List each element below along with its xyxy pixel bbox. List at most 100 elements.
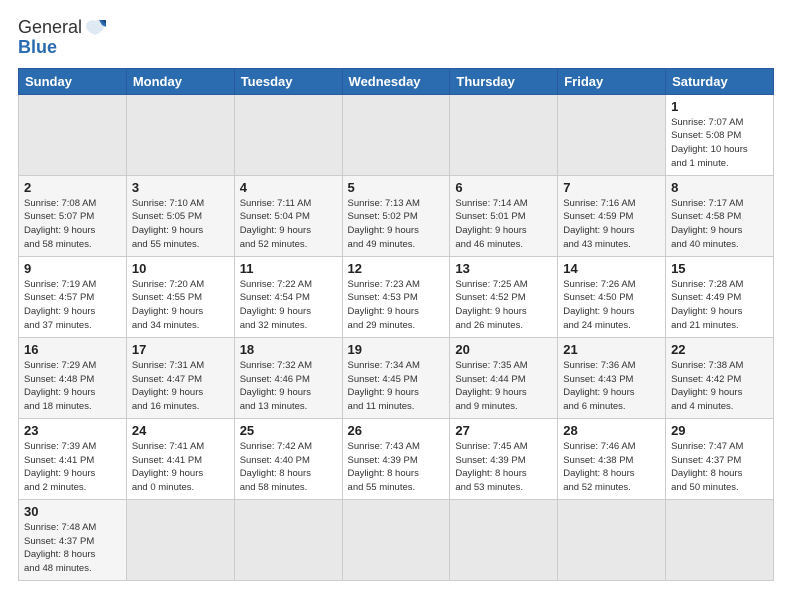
calendar-cell bbox=[558, 94, 666, 175]
day-number: 14 bbox=[563, 261, 660, 276]
calendar-cell bbox=[19, 94, 127, 175]
day-number: 9 bbox=[24, 261, 121, 276]
day-info: Sunrise: 7:46 AM Sunset: 4:38 PM Dayligh… bbox=[563, 440, 660, 495]
day-info: Sunrise: 7:42 AM Sunset: 4:40 PM Dayligh… bbox=[240, 440, 337, 495]
day-info: Sunrise: 7:39 AM Sunset: 4:41 PM Dayligh… bbox=[24, 440, 121, 495]
day-info: Sunrise: 7:17 AM Sunset: 4:58 PM Dayligh… bbox=[671, 197, 768, 252]
page: General Blue SundayMondayTuesdayWednesda… bbox=[0, 0, 792, 591]
day-info: Sunrise: 7:45 AM Sunset: 4:39 PM Dayligh… bbox=[455, 440, 552, 495]
weekday-header-sunday: Sunday bbox=[19, 68, 127, 94]
calendar-cell: 23 Sunrise: 7:39 AM Sunset: 4:41 PM Dayli… bbox=[19, 418, 127, 499]
day-number: 17 bbox=[132, 342, 229, 357]
day-number: 22 bbox=[671, 342, 768, 357]
day-number: 30 bbox=[24, 504, 121, 519]
header: General Blue bbox=[18, 18, 774, 58]
calendar-cell: 22 Sunrise: 7:38 AM Sunset: 4:42 PM Dayli… bbox=[666, 337, 774, 418]
calendar-cell bbox=[450, 499, 558, 580]
day-number: 27 bbox=[455, 423, 552, 438]
calendar-cell: 15 Sunrise: 7:28 AM Sunset: 4:49 PM Dayli… bbox=[666, 256, 774, 337]
day-info: Sunrise: 7:07 AM Sunset: 5:08 PM Dayligh… bbox=[671, 116, 768, 171]
day-number: 8 bbox=[671, 180, 768, 195]
day-info: Sunrise: 7:20 AM Sunset: 4:55 PM Dayligh… bbox=[132, 278, 229, 333]
day-info: Sunrise: 7:23 AM Sunset: 4:53 PM Dayligh… bbox=[348, 278, 445, 333]
logo-blue: Blue bbox=[18, 38, 106, 58]
day-info: Sunrise: 7:22 AM Sunset: 4:54 PM Dayligh… bbox=[240, 278, 337, 333]
calendar-cell bbox=[450, 94, 558, 175]
calendar-cell: 8 Sunrise: 7:17 AM Sunset: 4:58 PM Daylig… bbox=[666, 175, 774, 256]
calendar-cell: 30 Sunrise: 7:48 AM Sunset: 4:37 PM Dayli… bbox=[19, 499, 127, 580]
day-info: Sunrise: 7:35 AM Sunset: 4:44 PM Dayligh… bbox=[455, 359, 552, 414]
day-number: 23 bbox=[24, 423, 121, 438]
day-number: 1 bbox=[671, 99, 768, 114]
day-info: Sunrise: 7:14 AM Sunset: 5:01 PM Dayligh… bbox=[455, 197, 552, 252]
weekday-header-tuesday: Tuesday bbox=[234, 68, 342, 94]
week-row-2: 9 Sunrise: 7:19 AM Sunset: 4:57 PM Daylig… bbox=[19, 256, 774, 337]
logo-bird-icon bbox=[84, 19, 106, 37]
calendar-cell: 9 Sunrise: 7:19 AM Sunset: 4:57 PM Daylig… bbox=[19, 256, 127, 337]
calendar-cell: 16Sunrise: 7:29 AM Sunset: 4:48 PM Dayli… bbox=[19, 337, 127, 418]
day-info: Sunrise: 7:25 AM Sunset: 4:52 PM Dayligh… bbox=[455, 278, 552, 333]
day-number: 12 bbox=[348, 261, 445, 276]
logo: General Blue bbox=[18, 18, 106, 58]
day-info: Sunrise: 7:11 AM Sunset: 5:04 PM Dayligh… bbox=[240, 197, 337, 252]
day-number: 13 bbox=[455, 261, 552, 276]
day-info: Sunrise: 7:08 AM Sunset: 5:07 PM Dayligh… bbox=[24, 197, 121, 252]
calendar-cell: 20 Sunrise: 7:35 AM Sunset: 4:44 PM Dayli… bbox=[450, 337, 558, 418]
calendar-cell: 18 Sunrise: 7:32 AM Sunset: 4:46 PM Dayli… bbox=[234, 337, 342, 418]
day-info: Sunrise: 7:43 AM Sunset: 4:39 PM Dayligh… bbox=[348, 440, 445, 495]
day-info: Sunrise: 7:13 AM Sunset: 5:02 PM Dayligh… bbox=[348, 197, 445, 252]
day-number: 2 bbox=[24, 180, 121, 195]
weekday-header-friday: Friday bbox=[558, 68, 666, 94]
calendar-cell bbox=[666, 499, 774, 580]
day-info: Sunrise: 7:38 AM Sunset: 4:42 PM Dayligh… bbox=[671, 359, 768, 414]
week-row-0: 1 Sunrise: 7:07 AM Sunset: 5:08 PM Daylig… bbox=[19, 94, 774, 175]
calendar-cell bbox=[234, 499, 342, 580]
calendar-cell: 27 Sunrise: 7:45 AM Sunset: 4:39 PM Dayli… bbox=[450, 418, 558, 499]
weekday-header-wednesday: Wednesday bbox=[342, 68, 450, 94]
calendar-cell bbox=[234, 94, 342, 175]
calendar-cell: 7 Sunrise: 7:16 AM Sunset: 4:59 PM Daylig… bbox=[558, 175, 666, 256]
day-info: Sunrise: 7:48 AM Sunset: 4:37 PM Dayligh… bbox=[24, 521, 121, 576]
calendar-cell: 10Sunrise: 7:20 AM Sunset: 4:55 PM Dayli… bbox=[126, 256, 234, 337]
calendar-cell: 12 Sunrise: 7:23 AM Sunset: 4:53 PM Dayli… bbox=[342, 256, 450, 337]
logo-general: General bbox=[18, 18, 82, 38]
day-number: 19 bbox=[348, 342, 445, 357]
day-number: 21 bbox=[563, 342, 660, 357]
day-number: 7 bbox=[563, 180, 660, 195]
day-info: Sunrise: 7:26 AM Sunset: 4:50 PM Dayligh… bbox=[563, 278, 660, 333]
day-number: 16 bbox=[24, 342, 121, 357]
day-info: Sunrise: 7:47 AM Sunset: 4:37 PM Dayligh… bbox=[671, 440, 768, 495]
calendar-cell: 17Sunrise: 7:31 AM Sunset: 4:47 PM Dayli… bbox=[126, 337, 234, 418]
logo-container: General Blue bbox=[18, 18, 106, 58]
day-number: 11 bbox=[240, 261, 337, 276]
calendar-cell: 4Sunrise: 7:11 AM Sunset: 5:04 PM Daylig… bbox=[234, 175, 342, 256]
day-info: Sunrise: 7:41 AM Sunset: 4:41 PM Dayligh… bbox=[132, 440, 229, 495]
day-number: 15 bbox=[671, 261, 768, 276]
calendar-cell bbox=[342, 499, 450, 580]
week-row-4: 23 Sunrise: 7:39 AM Sunset: 4:41 PM Dayli… bbox=[19, 418, 774, 499]
calendar-cell: 11 Sunrise: 7:22 AM Sunset: 4:54 PM Dayli… bbox=[234, 256, 342, 337]
day-info: Sunrise: 7:19 AM Sunset: 4:57 PM Dayligh… bbox=[24, 278, 121, 333]
day-number: 24 bbox=[132, 423, 229, 438]
calendar-cell bbox=[126, 94, 234, 175]
day-info: Sunrise: 7:28 AM Sunset: 4:49 PM Dayligh… bbox=[671, 278, 768, 333]
calendar-cell: 14 Sunrise: 7:26 AM Sunset: 4:50 PM Dayli… bbox=[558, 256, 666, 337]
day-number: 3 bbox=[132, 180, 229, 195]
calendar-cell: 28Sunrise: 7:46 AM Sunset: 4:38 PM Dayli… bbox=[558, 418, 666, 499]
calendar-cell: 1 Sunrise: 7:07 AM Sunset: 5:08 PM Daylig… bbox=[666, 94, 774, 175]
calendar-cell: 6Sunrise: 7:14 AM Sunset: 5:01 PM Daylig… bbox=[450, 175, 558, 256]
day-info: Sunrise: 7:32 AM Sunset: 4:46 PM Dayligh… bbox=[240, 359, 337, 414]
calendar: SundayMondayTuesdayWednesdayThursdayFrid… bbox=[18, 68, 774, 581]
calendar-cell: 3Sunrise: 7:10 AM Sunset: 5:05 PM Daylig… bbox=[126, 175, 234, 256]
day-number: 20 bbox=[455, 342, 552, 357]
weekday-header-row: SundayMondayTuesdayWednesdayThursdayFrid… bbox=[19, 68, 774, 94]
day-number: 18 bbox=[240, 342, 337, 357]
calendar-cell: 29 Sunrise: 7:47 AM Sunset: 4:37 PM Dayli… bbox=[666, 418, 774, 499]
day-info: Sunrise: 7:34 AM Sunset: 4:45 PM Dayligh… bbox=[348, 359, 445, 414]
weekday-header-saturday: Saturday bbox=[666, 68, 774, 94]
day-info: Sunrise: 7:16 AM Sunset: 4:59 PM Dayligh… bbox=[563, 197, 660, 252]
calendar-cell: 13 Sunrise: 7:25 AM Sunset: 4:52 PM Dayli… bbox=[450, 256, 558, 337]
calendar-cell bbox=[342, 94, 450, 175]
calendar-cell bbox=[558, 499, 666, 580]
day-number: 29 bbox=[671, 423, 768, 438]
